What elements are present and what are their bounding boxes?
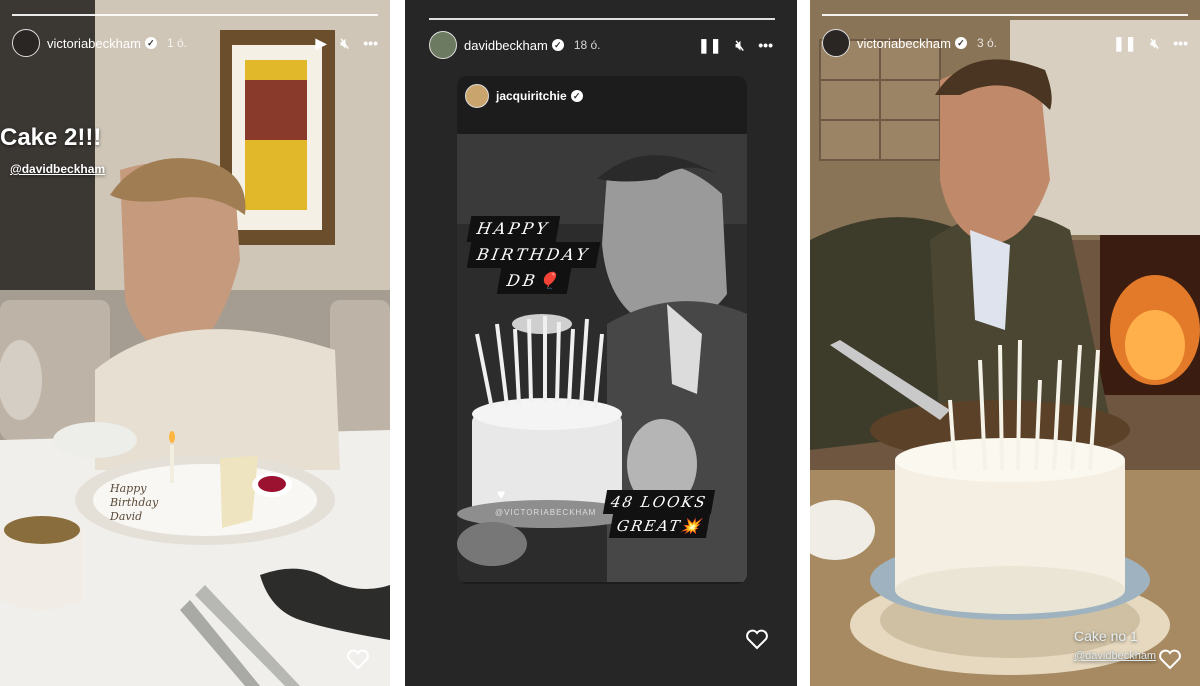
- reshared-header: jacquiritchie ✓: [465, 84, 583, 108]
- story-header: davidbeckham ✓ 18 ó. ❚❚ 🔇︎ •••: [429, 30, 773, 60]
- reshared-username[interactable]: jacquiritchie: [496, 89, 567, 103]
- mute-icon[interactable]: 🔇︎: [735, 37, 744, 54]
- avatar[interactable]: [822, 29, 850, 57]
- pause-icon[interactable]: ❚❚: [698, 37, 721, 54]
- story-header: victoriabeckham ✓ 1 ó. ▶ 🔇︎ •••: [12, 28, 378, 58]
- mute-icon[interactable]: 🔇︎: [340, 35, 349, 52]
- reshared-story-card[interactable]: jacquiritchie ✓ HAPPY BIRTHDAY DB🎈 ♥ @VI…: [457, 76, 747, 584]
- pause-icon[interactable]: ❚❚: [1113, 35, 1136, 52]
- verified-badge-icon: ✓: [570, 90, 583, 102]
- mute-icon[interactable]: 🔇︎: [1150, 35, 1159, 52]
- story-progress-bar: [822, 14, 1188, 16]
- heart-icon[interactable]: [346, 648, 370, 670]
- story-photo-1: [0, 0, 390, 686]
- story-caption: Cake 2!!!: [0, 124, 102, 151]
- looks-great-sticker: 48 LOOKS GREAT💥: [602, 490, 716, 538]
- mention-sticker[interactable]: @davidbeckham: [10, 162, 105, 176]
- story-progress-bar: [429, 18, 775, 20]
- avatar[interactable]: [429, 31, 457, 59]
- verified-badge-icon: ✓: [954, 37, 967, 49]
- story-panel-1: victoriabeckham ✓ 1 ó. ▶ 🔇︎ ••• Cake 2!!…: [0, 0, 390, 686]
- more-icon[interactable]: •••: [758, 37, 773, 53]
- story-progress-bar: [12, 14, 378, 16]
- plate-inscription: Happy Birthday David: [110, 482, 159, 523]
- verified-badge-icon: ✓: [551, 39, 564, 51]
- timestamp: 1 ó.: [166, 36, 187, 50]
- timestamp: 18 ó.: [573, 38, 601, 52]
- heart-icon[interactable]: [1158, 648, 1182, 670]
- more-icon[interactable]: •••: [1173, 35, 1188, 51]
- play-icon[interactable]: ▶: [316, 35, 327, 52]
- sticker-line: BIRTHDAY: [466, 242, 601, 268]
- story-photo-3: [810, 0, 1200, 686]
- story-panel-2: davidbeckham ✓ 18 ó. ❚❚ 🔇︎ ••• jacquirit…: [405, 0, 797, 686]
- sticker-line: GREAT💥: [608, 514, 711, 538]
- timestamp: 3 ó.: [976, 36, 997, 50]
- sticker-line: 48 LOOKS: [602, 490, 716, 514]
- more-icon[interactable]: •••: [363, 35, 378, 51]
- story-panel-3: victoriabeckham ✓ 3 ó. ❚❚ 🔇︎ ••• Cake no…: [810, 0, 1200, 686]
- avatar[interactable]: [465, 84, 489, 108]
- story-caption: Cake no 1: [1074, 628, 1138, 644]
- username[interactable]: victoriabeckham: [857, 36, 951, 51]
- cake-mention[interactable]: @VICTORIABECKHAM: [495, 508, 596, 517]
- mention-sticker[interactable]: @davidbeckham: [1074, 650, 1156, 662]
- sticker-line: DB🎈: [496, 268, 571, 294]
- username[interactable]: davidbeckham: [464, 38, 548, 53]
- heart-icon[interactable]: [745, 628, 769, 650]
- happy-birthday-sticker: HAPPY BIRTHDAY DB🎈: [466, 216, 601, 294]
- avatar[interactable]: [12, 29, 40, 57]
- username[interactable]: victoriabeckham: [47, 36, 141, 51]
- heart-sticker-icon: ♥: [497, 486, 506, 502]
- verified-badge-icon: ✓: [144, 37, 157, 49]
- story-header: victoriabeckham ✓ 3 ó. ❚❚ 🔇︎ •••: [822, 28, 1188, 58]
- sticker-line: HAPPY: [466, 216, 560, 242]
